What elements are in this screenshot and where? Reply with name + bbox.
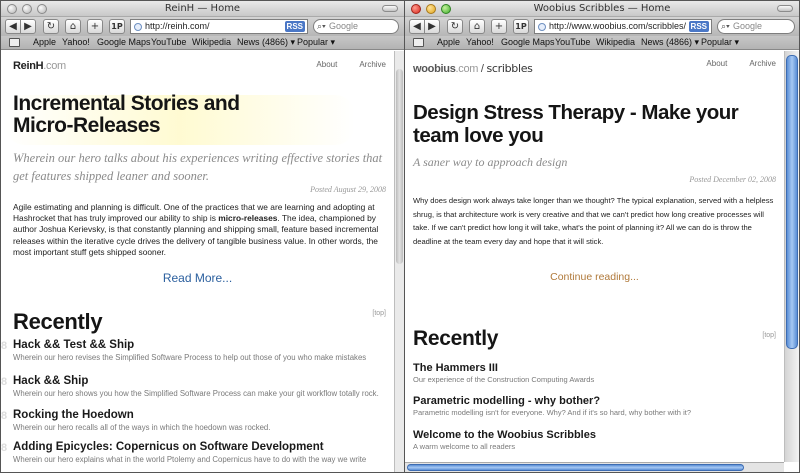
add-bookmark-icon[interactable]: + xyxy=(87,19,103,34)
vertical-scrollbar[interactable] xyxy=(784,51,799,462)
bookmark-yahoo[interactable]: Yahoo! xyxy=(466,37,494,47)
reload-icon[interactable]: ↻ xyxy=(447,19,463,34)
bookmark-wikipedia[interactable]: Wikipedia xyxy=(192,37,231,47)
list-item[interactable]: Parametric modelling - why bother? Param… xyxy=(413,395,776,417)
post-date: Posted August 29, 2008 xyxy=(310,185,386,194)
read-more-link[interactable]: Read More... xyxy=(163,271,232,285)
forward-arrow-icon[interactable]: ▶ xyxy=(20,19,36,34)
browser-window-woobius: Woobius Scribbles — Home ◀ ▶ ↻ ⌂ + 1P ht… xyxy=(404,0,800,473)
bookmark-popular[interactable]: Popular ▾ xyxy=(297,37,335,48)
bookmark-google-maps[interactable]: Google Maps xyxy=(97,37,151,47)
nav-about-link[interactable]: About xyxy=(706,59,727,68)
post-subtitle: A saner way to approach design xyxy=(413,155,568,169)
post-subtitle: Wherein our hero talks about his experie… xyxy=(13,151,383,183)
toolbar-toggle-button[interactable] xyxy=(382,5,398,12)
address-bar[interactable]: http://reinh.com/ RSS xyxy=(130,19,308,34)
forward-arrow-icon[interactable]: ▶ xyxy=(424,19,440,34)
blog-header: woobius.com / scribbles About Archive xyxy=(413,59,776,75)
search-placeholder: Google xyxy=(733,21,763,31)
page-content: ReinH.com About Archive Incremental Stor… xyxy=(1,51,394,472)
nav-archive-link[interactable]: Archive xyxy=(359,60,386,69)
site-logo[interactable]: woobius.com / scribbles xyxy=(413,62,533,75)
bookmark-popular[interactable]: Popular ▾ xyxy=(701,37,739,48)
window-title: Woobius Scribbles — Home xyxy=(533,3,671,14)
horizontal-scrollbar-thumb[interactable] xyxy=(407,464,744,471)
scrollbar-thumb[interactable] xyxy=(786,55,798,349)
site-logo[interactable]: ReinH.com xyxy=(13,60,66,72)
list-marker: 8 xyxy=(1,376,8,388)
1p-icon[interactable]: 1P xyxy=(513,19,529,34)
site-nav: About Archive xyxy=(706,59,776,68)
address-bar[interactable]: http://www.woobius.com/scribbles/ RSS xyxy=(534,19,712,34)
reload-icon[interactable]: ↻ xyxy=(43,19,59,34)
continue-reading-link[interactable]: Continue reading... xyxy=(550,271,639,283)
list-marker: 8 xyxy=(1,340,8,352)
snapback-icon[interactable]: ⌂ xyxy=(469,19,485,34)
list-item[interactable]: Welcome to the Woobius Scribbles A warm … xyxy=(413,429,776,451)
post-title[interactable]: Incremental Stories and Micro-Releases xyxy=(13,93,253,137)
bookmarks-book-icon[interactable] xyxy=(9,38,20,47)
rss-button[interactable]: RSS xyxy=(688,21,709,32)
title-bar[interactable]: Woobius Scribbles — Home xyxy=(405,1,799,17)
top-link[interactable]: [top] xyxy=(372,310,386,317)
add-bookmark-icon[interactable]: + xyxy=(491,19,507,34)
bookmark-google-maps[interactable]: Google Maps xyxy=(501,37,555,47)
favicon-icon xyxy=(134,23,142,31)
post-date: Posted December 02, 2008 xyxy=(689,175,776,184)
url-text: http://reinh.com/ xyxy=(145,21,210,31)
magnifier-icon: ⌕▾ xyxy=(317,21,326,31)
toolbar: ◀ ▶ ↻ ⌂ + 1P http://www.woobius.com/scri… xyxy=(405,17,799,36)
bookmark-youtube[interactable]: YouTube xyxy=(151,37,186,47)
bookmark-wikipedia[interactable]: Wikipedia xyxy=(596,37,635,47)
post-excerpt: Why does design work always take longer … xyxy=(413,196,774,246)
site-nav: About Archive xyxy=(316,60,386,69)
magnifier-icon: ⌕▾ xyxy=(721,21,730,31)
bookmark-yahoo[interactable]: Yahoo! xyxy=(62,37,90,47)
recently-heading: Recently xyxy=(413,327,499,350)
top-link[interactable]: [top] xyxy=(762,332,776,339)
nav-about-link[interactable]: About xyxy=(316,60,337,69)
scrollbar-thumb[interactable] xyxy=(396,69,403,264)
blog-header: ReinH.com About Archive xyxy=(13,59,386,73)
bookmarks-book-icon[interactable] xyxy=(413,38,424,47)
title-bar[interactable]: ReinH — Home xyxy=(1,1,404,17)
toolbar: ◀ ▶ ↻ ⌂ + 1P http://reinh.com/ RSS ⌕▾ Go… xyxy=(1,17,404,36)
google-search-field[interactable]: ⌕▾ Google xyxy=(717,19,795,34)
window-title: ReinH — Home xyxy=(164,3,241,14)
bookmarks-bar: Apple Yahoo! Google Maps YouTube Wikiped… xyxy=(405,36,799,50)
list-item[interactable]: Rocking the Hoedown Wherein our hero rec… xyxy=(13,409,386,432)
list-item[interactable]: Hack && Test && Ship Wherein our hero re… xyxy=(13,339,386,362)
favicon-icon xyxy=(538,23,546,31)
google-search-field[interactable]: ⌕▾ Google xyxy=(313,19,399,34)
bookmark-apple[interactable]: Apple xyxy=(33,37,56,47)
snapback-icon[interactable]: ⌂ xyxy=(65,19,81,34)
recently-heading: Recently xyxy=(13,309,103,334)
1p-icon[interactable]: 1P xyxy=(109,19,125,34)
post-title[interactable]: Design Stress Therapy - Make your team l… xyxy=(413,101,783,147)
page-content: woobius.com / scribbles About Archive De… xyxy=(405,51,784,472)
url-text: http://www.woobius.com/scribbles/ xyxy=(549,21,687,31)
horizontal-scrollbar[interactable] xyxy=(405,462,784,472)
list-item[interactable]: Adding Epicycles: Copernicus on Software… xyxy=(13,441,386,464)
bookmark-news[interactable]: News (4866) ▾ xyxy=(641,37,699,48)
bookmark-apple[interactable]: Apple xyxy=(437,37,460,47)
list-item[interactable]: The Hammers III Our experience of the Co… xyxy=(413,362,776,384)
post-excerpt: Agile estimating and planning is difficu… xyxy=(13,202,379,257)
bookmark-news[interactable]: News (4866) ▾ xyxy=(237,37,295,48)
bookmark-youtube[interactable]: YouTube xyxy=(555,37,590,47)
nav-archive-link[interactable]: Archive xyxy=(749,59,776,68)
list-item[interactable]: Hack && Ship Wherein our hero shows you … xyxy=(13,375,386,398)
bookmarks-bar: Apple Yahoo! Google Maps YouTube Wikiped… xyxy=(1,36,404,50)
search-placeholder: Google xyxy=(329,21,359,31)
list-marker: 8 xyxy=(1,410,8,422)
list-marker: 8 xyxy=(1,442,8,454)
rss-button[interactable]: RSS xyxy=(284,21,305,32)
vertical-scrollbar[interactable] xyxy=(394,51,404,472)
browser-window-reinh: ReinH — Home ◀ ▶ ↻ ⌂ + 1P http://reinh.c… xyxy=(0,0,405,473)
toolbar-toggle-button[interactable] xyxy=(777,5,793,12)
back-arrow-icon[interactable]: ◀ xyxy=(5,19,21,34)
back-arrow-icon[interactable]: ◀ xyxy=(409,19,425,34)
